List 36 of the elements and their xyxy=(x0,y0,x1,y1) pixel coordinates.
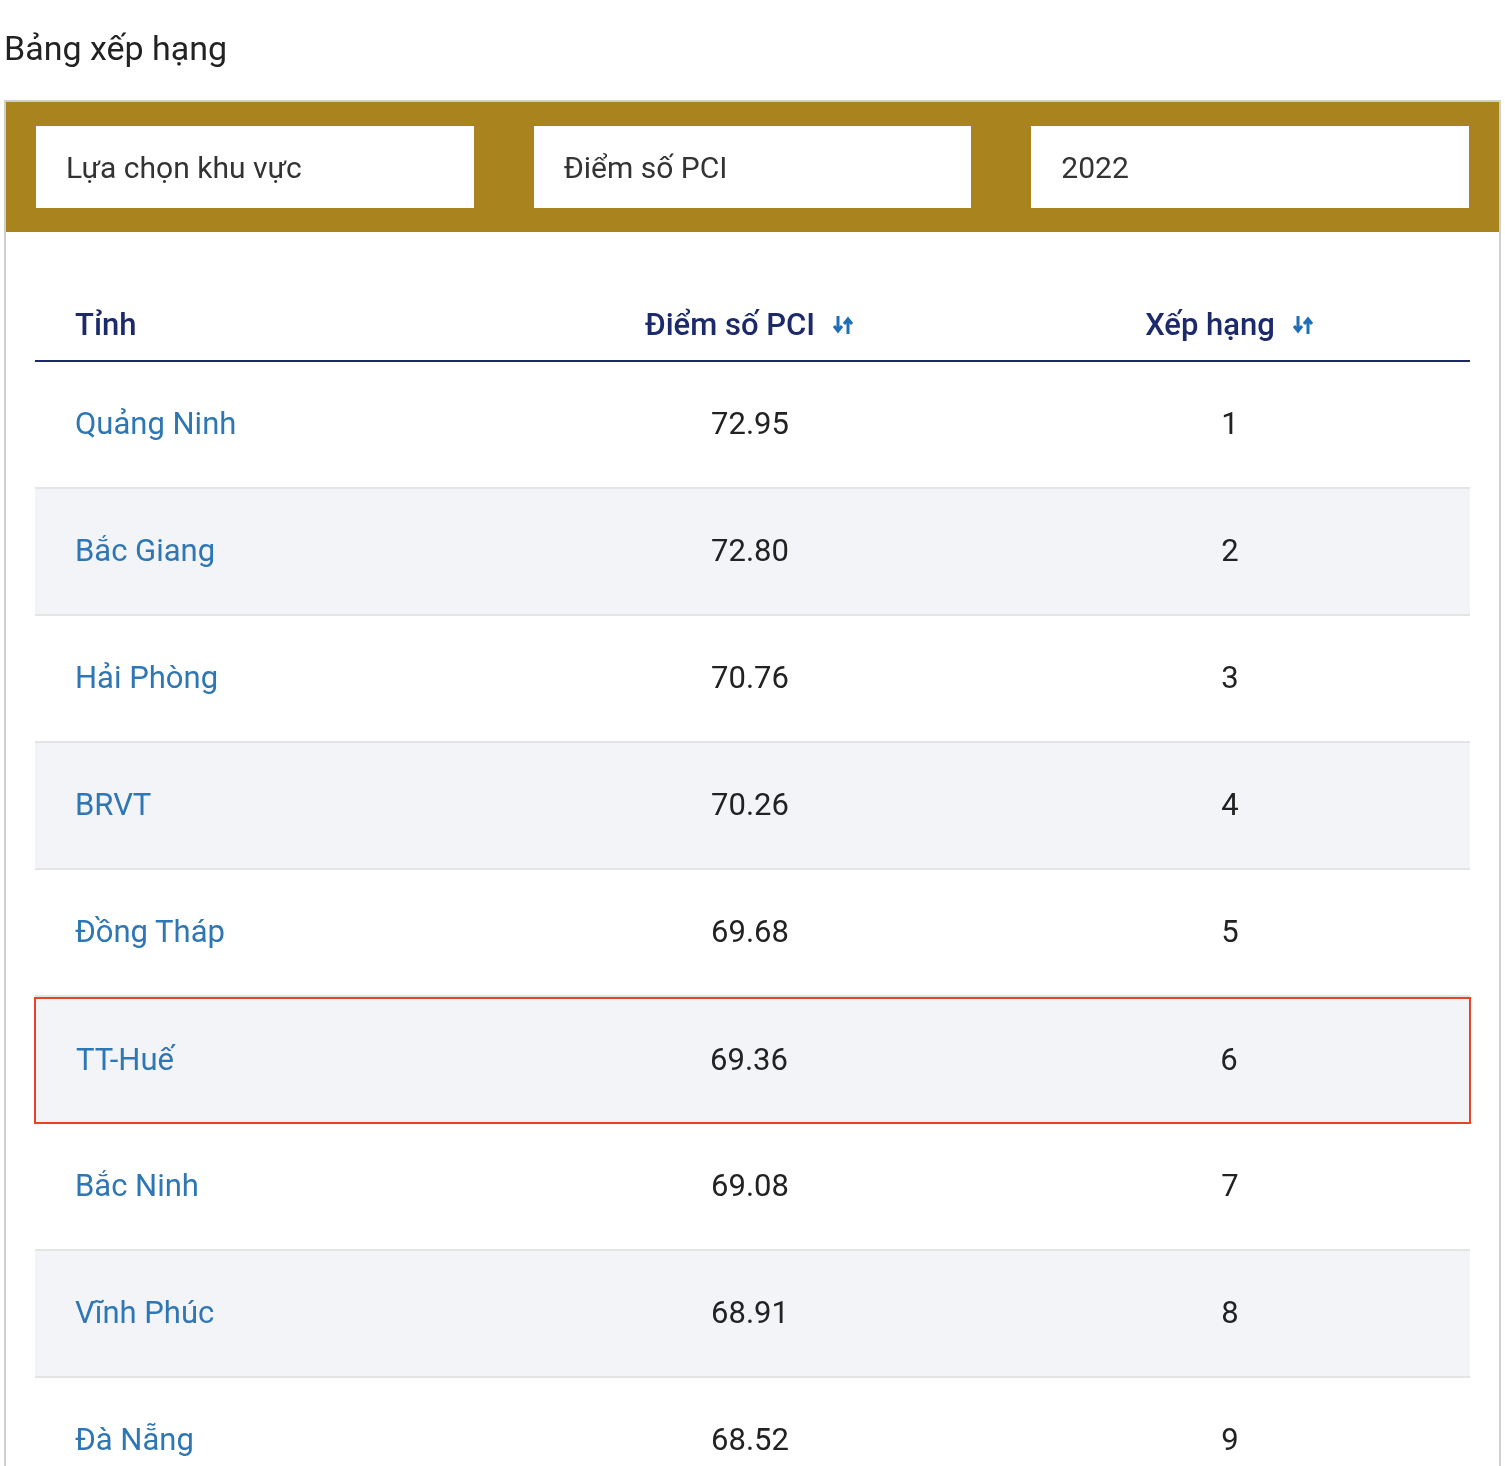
table-cell-text: 4 xyxy=(1221,785,1239,826)
table-cell-text: 1 xyxy=(1221,404,1239,445)
column-header[interactable]: Xếp hạng xyxy=(1145,301,1315,349)
province-link[interactable]: Bắc Ninh xyxy=(75,1167,199,1205)
province-link[interactable]: Vĩnh Phúc xyxy=(75,1294,215,1332)
table-cell-text: 69.68 xyxy=(711,912,789,953)
column-header[interactable]: Tỉnh xyxy=(75,301,137,349)
table-cell-text: 9 xyxy=(1221,1420,1239,1461)
table-cell-text: 69.08 xyxy=(711,1166,789,1207)
province-link[interactable]: BRVT xyxy=(75,786,152,824)
table-cell-text: 72.95 xyxy=(711,404,789,445)
table-cell-text: 72.80 xyxy=(711,531,789,572)
table-cell-text: 8 xyxy=(1221,1293,1239,1334)
province-link[interactable]: TT-Huế xyxy=(76,1041,174,1079)
table-cell-text: 69.36 xyxy=(710,1040,788,1081)
table-cell-text: 6 xyxy=(1220,1040,1238,1081)
province-link[interactable]: Đà Nẵng xyxy=(75,1421,194,1459)
province-link[interactable]: Đồng Tháp xyxy=(75,913,225,951)
dropdown-field[interactable]: Điểm số PCI xyxy=(533,126,972,208)
sort-icon[interactable] xyxy=(831,313,855,337)
province-link[interactable]: Bắc Giang xyxy=(75,532,216,570)
sort-icon[interactable] xyxy=(1290,313,1315,337)
province-link[interactable]: Hải Phòng xyxy=(75,659,219,697)
table-cell-text: 7 xyxy=(1221,1166,1239,1207)
province-link[interactable]: Quảng Ninh xyxy=(75,405,237,443)
dropdown-field[interactable]: Lựa chọn khu vực xyxy=(36,126,474,208)
table-cell-text: 68.91 xyxy=(711,1293,789,1334)
table-cell-text: 70.76 xyxy=(711,658,789,699)
table-cell-text: 2 xyxy=(1221,531,1239,572)
table-cell-text: 3 xyxy=(1221,658,1239,699)
table-cell-text: 68.52 xyxy=(711,1420,789,1461)
dropdown-field[interactable]: 2022 xyxy=(1031,126,1469,208)
page-title: Bảng xếp hạng xyxy=(4,26,228,70)
table-cell-text: 5 xyxy=(1221,912,1239,953)
table-cell-text: 70.26 xyxy=(711,785,789,826)
column-header[interactable]: Điểm số PCI xyxy=(645,301,855,349)
